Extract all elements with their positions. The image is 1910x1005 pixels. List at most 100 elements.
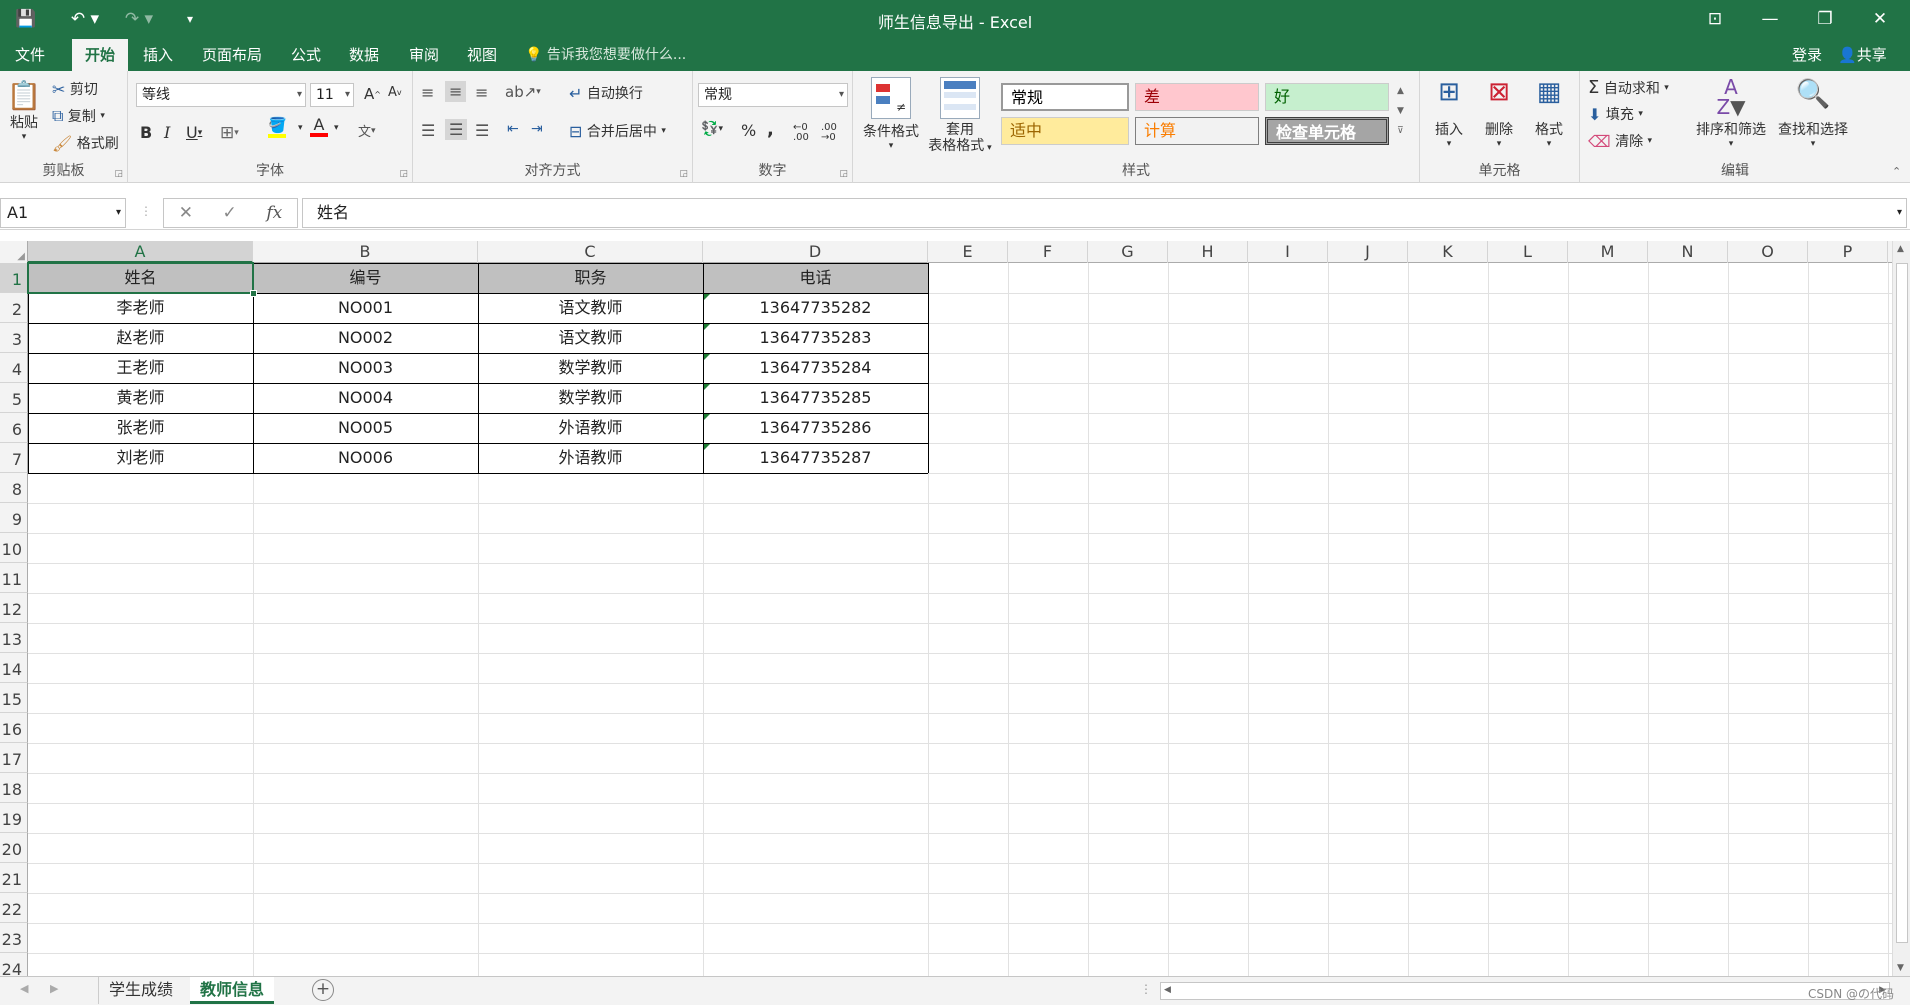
table-cell[interactable]: 13647735285 [703, 383, 928, 413]
tab-page-layout[interactable]: 页面布局 [196, 39, 268, 71]
prev-sheet-icon[interactable]: ◀ [20, 982, 28, 995]
table-cell[interactable]: 13647735282 [703, 293, 928, 323]
row-header-19[interactable]: 19 [0, 803, 28, 833]
horizontal-scrollbar[interactable]: ◀ ▶ [1160, 982, 1890, 1000]
column-header-C[interactable]: C [478, 241, 703, 263]
style-neutral[interactable]: 适中 [1001, 117, 1129, 145]
restore-button[interactable]: ❐ [1800, 4, 1850, 34]
error-indicator-icon[interactable] [704, 414, 710, 420]
format-as-table-button[interactable]: 套用 表格格式 ▾ [923, 77, 997, 155]
row-header-4[interactable]: 4 [0, 353, 28, 383]
column-header-J[interactable]: J [1328, 241, 1408, 263]
collapse-ribbon-icon[interactable]: ⌃ [1892, 165, 1901, 178]
column-header-O[interactable]: O [1728, 241, 1808, 263]
table-cell[interactable]: 张老师 [28, 413, 253, 443]
scroll-left-icon[interactable]: ◀ [1164, 985, 1171, 995]
sheet-tab-teachers[interactable]: 教师信息 [190, 977, 275, 1004]
fill-button[interactable]: ⬇ 填充 ▾ [1588, 104, 1643, 124]
scroll-up-icon[interactable]: ▲ [1897, 244, 1904, 254]
tell-me-box[interactable]: 💡 告诉我您想要做什么... [525, 39, 686, 71]
column-header-M[interactable]: M [1568, 241, 1648, 263]
font-name-select[interactable]: 等线 ▾ [136, 83, 306, 107]
currency-icon[interactable]: 💱 ▾ [701, 121, 723, 137]
row-header-16[interactable]: 16 [0, 713, 28, 743]
table-header-cell[interactable]: 编号 [253, 263, 478, 293]
select-all-corner[interactable]: ◢ [0, 241, 28, 263]
tab-formulas[interactable]: 公式 [284, 39, 328, 71]
table-cell[interactable]: NO005 [253, 413, 478, 443]
find-select-button[interactable]: 🔍 查找和选择 ▾ [1772, 77, 1854, 149]
column-header-E[interactable]: E [928, 241, 1008, 263]
vertical-scrollbar[interactable]: ▲ ▼ [1892, 241, 1910, 976]
table-cell[interactable]: 语文教师 [478, 323, 703, 353]
table-cell[interactable]: 13647735283 [703, 323, 928, 353]
table-cell[interactable]: 13647735286 [703, 413, 928, 443]
increase-indent-icon[interactable]: ⇥ [531, 121, 543, 137]
font-color-button[interactable]: A [310, 117, 328, 137]
worksheet-grid[interactable]: ABCDEFGHIJKLMNOP ◢ 1 2 3 4 5 6 7 8 9 10 11 12 13 14 15… [0, 241, 1892, 976]
tab-insert[interactable]: 插入 [136, 39, 180, 71]
comma-button[interactable]: , [767, 119, 774, 140]
dialog-launcher-icon[interactable]: ◲ [114, 169, 123, 179]
table-cell[interactable]: 语文教师 [478, 293, 703, 323]
styles-scroll-icon[interactable]: ▲ ▼ ⊽ [1397, 81, 1404, 141]
resize-dots-icon[interactable]: ⋮ [140, 204, 152, 218]
phonetic-icon[interactable]: 文 ▾ [358, 121, 376, 140]
row-header-12[interactable]: 12 [0, 593, 28, 623]
sort-filter-button[interactable]: A Z▼ 排序和筛选 ▾ [1690, 77, 1772, 149]
row-header-9[interactable]: 9 [0, 503, 28, 533]
column-header-L[interactable]: L [1488, 241, 1568, 263]
copy-button[interactable]: ⧉ 复制 ▾ [52, 106, 105, 126]
paste-button[interactable]: 📋 粘贴 ▾ [4, 79, 44, 142]
style-check-cell[interactable]: 检查单元格 [1265, 117, 1389, 145]
align-right-icon[interactable]: ☰ [475, 121, 489, 140]
row-header-20[interactable]: 20 [0, 833, 28, 863]
row-header-8[interactable]: 8 [0, 473, 28, 503]
column-header-N[interactable]: N [1648, 241, 1728, 263]
tab-review[interactable]: 审阅 [402, 39, 446, 71]
table-header-cell[interactable]: 职务 [478, 263, 703, 293]
column-header-D[interactable]: D [703, 241, 928, 263]
merge-center-button[interactable]: ⊟ 合并后居中 ▾ [569, 121, 666, 141]
table-cell[interactable]: 黄老师 [28, 383, 253, 413]
table-cell[interactable]: 王老师 [28, 353, 253, 383]
sheet-tab-students[interactable]: 学生成绩 [98, 977, 183, 1004]
row-header-18[interactable]: 18 [0, 773, 28, 803]
row-header-14[interactable]: 14 [0, 653, 28, 683]
align-bottom-icon[interactable]: ≡ [475, 83, 488, 102]
align-left-icon[interactable]: ☰ [421, 121, 435, 140]
underline-button[interactable]: U ▾ [186, 123, 202, 142]
table-cell[interactable]: 外语教师 [478, 443, 703, 473]
decrease-font-icon[interactable]: Av [388, 85, 402, 100]
row-header-13[interactable]: 13 [0, 623, 28, 653]
name-box[interactable]: A1 ▾ [0, 198, 126, 228]
column-header-H[interactable]: H [1168, 241, 1248, 263]
column-header-K[interactable]: K [1408, 241, 1488, 263]
table-cell[interactable]: 13647735287 [703, 443, 928, 473]
number-format-select[interactable]: 常规 ▾ [698, 83, 848, 107]
delete-cells-button[interactable]: ⊠ 删除 ▾ [1474, 77, 1524, 149]
row-header-23[interactable]: 23 [0, 923, 28, 953]
border-icon[interactable]: ⊞ ▾ [220, 123, 239, 143]
close-button[interactable]: ✕ [1855, 4, 1905, 34]
table-cell[interactable]: 数学教师 [478, 383, 703, 413]
tab-data[interactable]: 数据 [342, 39, 386, 71]
row-header-24[interactable]: 24 [0, 953, 28, 976]
row-header-17[interactable]: 17 [0, 743, 28, 773]
fill-handle[interactable] [250, 290, 257, 297]
error-indicator-icon[interactable] [704, 444, 710, 450]
dialog-launcher-icon[interactable]: ◲ [399, 169, 408, 179]
error-indicator-icon[interactable] [704, 354, 710, 360]
align-middle-icon[interactable]: ≡ [445, 81, 467, 102]
decrease-decimal-icon[interactable]: .00 →0 [821, 123, 837, 143]
increase-font-icon[interactable]: A ^ [364, 85, 381, 103]
table-cell[interactable]: 13647735284 [703, 353, 928, 383]
style-good[interactable]: 好 [1265, 83, 1389, 111]
column-header-P[interactable]: P [1808, 241, 1888, 263]
fill-color-button[interactable]: 🪣 [268, 118, 287, 138]
align-center-icon[interactable]: ☰ [445, 119, 468, 140]
autosum-button[interactable]: Σ 自动求和 ▾ [1588, 77, 1669, 98]
tab-view[interactable]: 视图 [460, 39, 504, 71]
table-cell[interactable]: 李老师 [28, 293, 253, 323]
dialog-launcher-icon[interactable]: ◲ [839, 169, 848, 179]
